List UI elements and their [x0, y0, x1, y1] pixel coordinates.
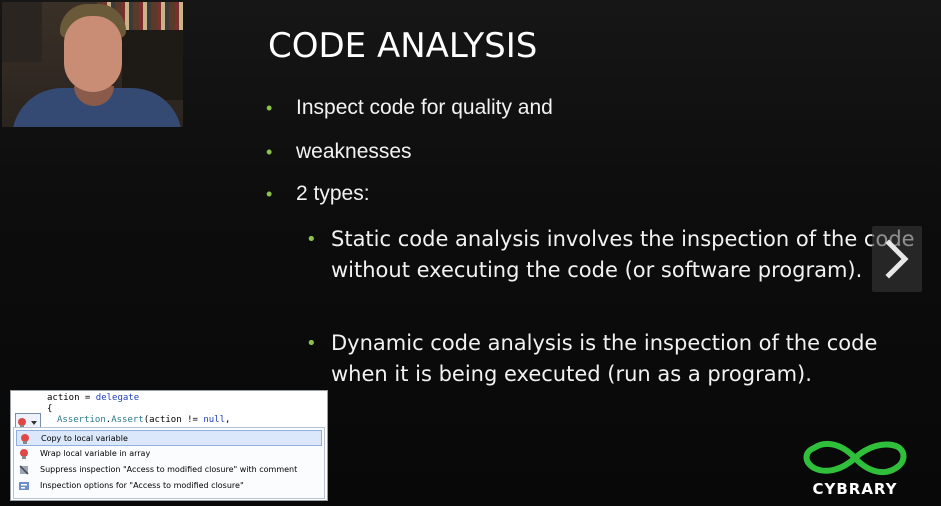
bulb-icon [21, 434, 29, 444]
menu-item-label: Copy to local variable [41, 434, 128, 443]
bullet-text: weaknesses [296, 140, 412, 163]
menu-item-suppress-inspection[interactable]: Suppress inspection "Access to modified … [16, 462, 320, 478]
suppress-icon [19, 465, 29, 475]
presenter-webcam [2, 2, 183, 127]
infinity-logo-icon [803, 440, 907, 476]
next-slide-button[interactable] [872, 226, 922, 292]
code-line: action = delegate [47, 393, 140, 403]
menu-item-inspection-options[interactable]: Inspection options for "Access to modifi… [16, 478, 320, 494]
webcam-background [2, 2, 42, 62]
bullet-item: • Inspect code for quality and [266, 96, 553, 120]
slide: CODE ANALYSIS • Inspect code for quality … [0, 0, 941, 506]
bullet-dot: • [266, 98, 273, 118]
code-editor-screenshot: action = delegate { Assertion.Assert(act… [10, 390, 328, 501]
bullet-text: 2 types: [296, 182, 370, 205]
menu-item-wrap-local-variable[interactable]: Wrap local variable in array [16, 446, 320, 462]
bullet-dot: • [306, 229, 317, 250]
slide-title: CODE ANALYSIS [268, 26, 538, 66]
presenter-face [64, 16, 122, 92]
sub-bullet-item: • Dynamic code analysis is the inspection… [306, 328, 936, 390]
bullet-dot: • [306, 333, 317, 354]
options-icon [19, 482, 29, 490]
bullet-text: Inspect code for quality and [296, 96, 553, 119]
menu-item-label: Suppress inspection "Access to modified … [40, 465, 298, 474]
menu-item-label: Wrap local variable in array [40, 449, 151, 458]
cybrary-logo: CYBRARY [802, 438, 912, 500]
code-line: Assertion.Assert(action != null, [57, 415, 231, 425]
sub-bullet-text: Static code analysis involves the inspec… [331, 227, 915, 282]
bullet-item: • 2 types: [266, 182, 370, 206]
menu-item-copy-to-local-variable[interactable]: Copy to local variable [16, 430, 322, 446]
sub-bullet-text: Dynamic code analysis is the inspection … [331, 331, 878, 386]
code-line: { [47, 404, 53, 414]
sub-bullet-item: • Static code analysis involves the inspe… [306, 224, 936, 286]
logo-text: CYBRARY [812, 480, 898, 498]
quick-fix-menu: Copy to local variable Wrap local variab… [13, 427, 325, 499]
chevron-right-icon [885, 239, 909, 279]
menu-item-label: Inspection options for "Access to modifi… [40, 481, 244, 490]
bullet-dot: • [266, 184, 273, 204]
bullet-dot: • [266, 142, 273, 162]
bullet-item: • weaknesses [266, 140, 412, 164]
bulb-icon [20, 449, 28, 459]
